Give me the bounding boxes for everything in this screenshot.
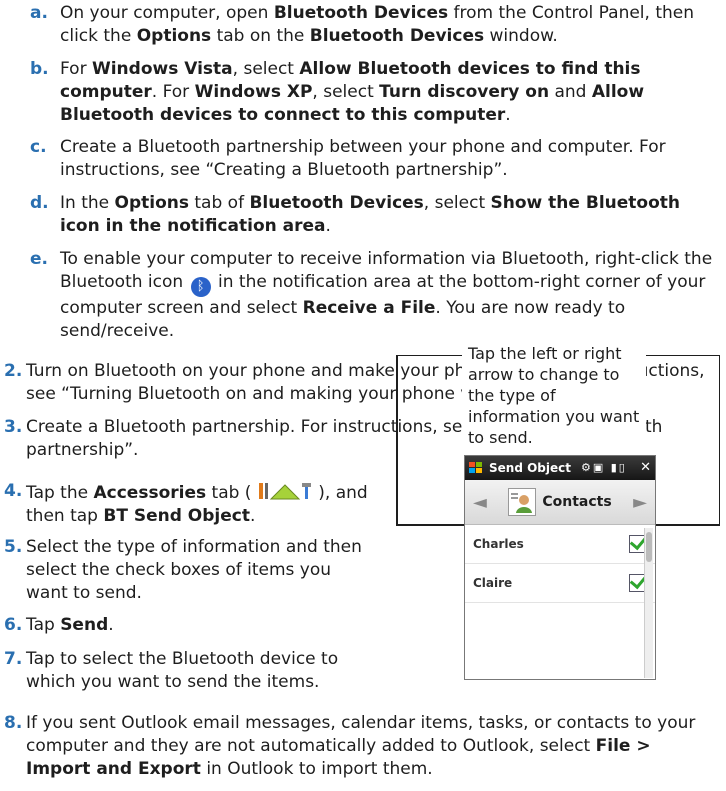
contact-name: Claire [473, 575, 513, 590]
step-e: e. To enable your computer to receive in… [30, 248, 720, 343]
bluetooth-icon: ᛒ [190, 277, 211, 297]
step-text: On your computer, open Bluetooth Devices… [60, 3, 695, 46]
step-6: 6. Tap Send. [4, 614, 374, 637]
phone-screen: Send Object ⚙▣ ▮▯ ✕ ◄ Contacts ► Charles… [464, 455, 656, 680]
windows-logo-icon [469, 462, 482, 473]
step-text: In the Options tab of Bluetooth Devices,… [60, 193, 680, 236]
leader-line-left [396, 355, 398, 525]
step-7: 7. Tap to select the Bluetooth device to… [4, 648, 374, 694]
step-4: 4. Tap the Accessories tab ( ), and then… [4, 480, 374, 528]
leader-line-left-h [396, 524, 470, 526]
step-5: 5. Select the type of information and th… [4, 536, 374, 605]
step-number: b. [30, 59, 49, 79]
step-text: Select the type of information and then … [26, 537, 362, 603]
step-8: 8. If you sent Outlook email messages, c… [4, 712, 720, 781]
contacts-icon [508, 488, 537, 516]
step-number: 3. [4, 417, 23, 437]
step-number: d. [30, 193, 49, 213]
close-icon[interactable]: ✕ [640, 456, 651, 480]
step-number: 4. [4, 481, 23, 501]
step-number: 6. [4, 615, 23, 635]
step-text: If you sent Outlook email messages, cale… [26, 713, 696, 779]
leader-line-right-h [648, 524, 719, 526]
step-number: c. [30, 137, 47, 157]
step-d: d. In the Options tab of Bluetooth Devic… [30, 192, 720, 238]
step-text: Create a Bluetooth partnership between y… [60, 137, 666, 180]
step-c: c. Create a Bluetooth partnership betwee… [30, 136, 720, 182]
contact-name: Charles [473, 536, 524, 551]
phone-title-bar: Send Object ⚙▣ ▮▯ ✕ [465, 456, 655, 480]
accessories-icon [257, 480, 313, 502]
step-number: e. [30, 249, 48, 269]
left-arrow-button[interactable]: ◄ [473, 491, 487, 514]
step-text: Tap to select the Bluetooth device to wh… [26, 649, 339, 692]
right-arrow-button[interactable]: ► [633, 491, 647, 514]
step-number: a. [30, 3, 48, 23]
step-number: 8. [4, 713, 23, 733]
status-icons: ⚙▣ ▮▯ [580, 461, 627, 474]
step-number: 5. [4, 537, 23, 557]
step-text: Tap the Accessories tab ( ), and then ta… [4, 480, 374, 528]
list-item[interactable]: Charles [465, 525, 655, 564]
list-item[interactable]: Claire [465, 564, 655, 603]
phone-title: Send Object [489, 461, 571, 475]
scrollbar[interactable] [644, 528, 653, 678]
step-number: 7. [4, 649, 23, 669]
step-b: b. For Windows Vista, select Allow Bluet… [30, 58, 720, 127]
step-number: 2. [4, 361, 23, 381]
callout-text: Tap the left or right arrow to change to… [462, 343, 646, 448]
step-text: For Windows Vista, select Allow Bluetoot… [60, 59, 645, 125]
step-a: a. On your computer, open Bluetooth Devi… [30, 2, 720, 48]
step-text: To enable your computer to receive infor… [60, 249, 713, 341]
tab-label: Contacts [542, 493, 612, 510]
step-text: Tap Send. [26, 615, 114, 635]
type-selector: ◄ Contacts ► [465, 480, 655, 525]
